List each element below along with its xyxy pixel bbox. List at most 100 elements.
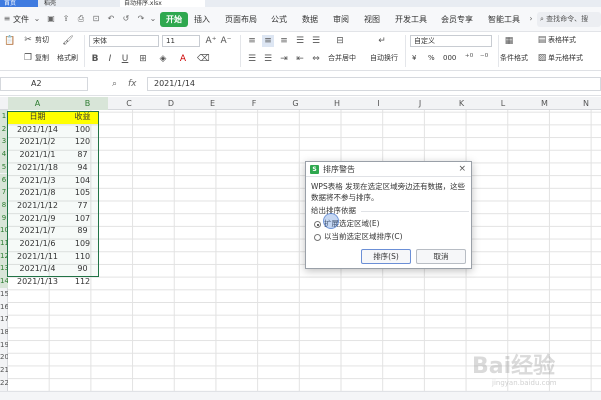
decrease-decimal-icon[interactable]: ⁻⁰ [478,52,490,64]
redo-icon[interactable]: ↷ [136,14,146,24]
tab-home[interactable]: 首页 [0,0,38,7]
date-cell[interactable]: 2021/1/12 [8,200,67,213]
menu-review[interactable]: 审阅 [333,12,349,27]
date-cell[interactable]: 2021/1/7 [8,225,67,238]
menu-dev-tools[interactable]: 开发工具 [395,12,427,27]
increase-decimal-icon[interactable]: ⁺⁰ [463,52,475,64]
revenue-cell[interactable]: 87 [67,149,98,162]
column-header-l[interactable]: L [482,97,524,110]
print-icon[interactable]: ⎙ [76,14,86,24]
undo-icon[interactable]: ↶ [106,14,116,24]
command-search[interactable]: ⌕ 查找命令、搜 [537,12,601,27]
revenue-cell[interactable]: 107 [67,213,98,226]
cell-style-icon[interactable]: ▨ [536,52,548,64]
row-header-16[interactable]: 16 [0,301,8,314]
revenue-cell[interactable]: 77 [67,200,98,213]
conditional-format-icon[interactable]: ▦ [503,35,515,47]
date-cell[interactable]: 2021/1/4 [8,263,67,276]
italic-icon[interactable]: I [104,53,116,65]
row-header-18[interactable]: 18 [0,326,8,339]
row-header-4[interactable]: 4 [0,148,8,161]
column-header-a[interactable]: A [8,97,67,110]
row-header-6[interactable]: 6 [0,173,8,187]
tab-active-workbook[interactable]: 自动排序.xlsx [120,0,205,7]
menu-smart-tools[interactable]: 智能工具 [488,12,520,27]
menu-start[interactable]: 开始 [160,12,188,27]
date-cell[interactable]: 2021/1/3 [8,175,67,188]
chevron-down-icon[interactable]: ⌄ [148,14,158,24]
menu-formula[interactable]: 公式 [271,12,287,27]
row-header-8[interactable]: 8 [0,198,8,212]
row-header-13[interactable]: 13 [0,262,8,276]
bold-icon[interactable]: B [89,53,101,65]
row-header-9[interactable]: 9 [0,211,8,225]
tab-docer[interactable]: 稻壳 [40,0,115,7]
copy-icon[interactable]: ❐ [22,52,34,64]
align-right-icon[interactable]: ☰ [262,53,274,65]
conditional-format-button[interactable]: 条件格式 [500,53,528,63]
format-painter-icon[interactable]: 🖌 [62,35,74,47]
revenue-cell[interactable]: 104 [67,175,98,188]
font-color-icon[interactable]: A [177,53,189,65]
table-style-button[interactable]: 表格样式 [548,35,576,45]
chevron-right-icon[interactable]: › [526,14,536,24]
revenue-cell[interactable]: 120 [67,136,98,149]
date-cell[interactable]: 2021/1/1 [8,149,67,162]
column-header-g[interactable]: G [275,97,316,110]
table-style-icon[interactable]: ▤ [536,34,548,46]
column-header-e[interactable]: E [192,97,233,110]
date-cell[interactable]: 2021/1/18 [8,162,67,175]
revenue-cell[interactable]: 94 [67,162,98,175]
row-header-12[interactable]: 12 [0,249,8,263]
column-header-k[interactable]: K [441,97,482,110]
row-header-20[interactable]: 20 [0,351,8,364]
fill-color-icon[interactable]: ◈ [157,53,169,65]
zoom-icon[interactable]: ⌕ [112,77,117,91]
name-box[interactable]: A2 [0,77,88,91]
date-cell[interactable]: 2021/1/14 [8,124,67,137]
column-header-f[interactable]: F [233,97,275,110]
header-cell-date[interactable]: 日期 [8,111,67,124]
cancel-button[interactable]: 取消 [416,249,466,264]
formula-input[interactable]: 2021/1/14 [147,77,601,91]
current-selection-radio[interactable] [314,234,321,241]
cut-icon[interactable]: ✂ [22,34,34,46]
revenue-cell[interactable]: 89 [67,225,98,238]
column-header-j[interactable]: J [399,97,441,110]
align-bottom-icon[interactable]: ≡ [278,35,290,47]
menu-view[interactable]: 视图 [364,12,380,27]
row-header-11[interactable]: 11 [0,237,8,250]
merge-center-button[interactable]: 合并居中 [328,53,356,63]
revenue-cell[interactable]: 112 [67,276,98,289]
underline-icon[interactable]: U [119,53,131,65]
align-left-icon[interactable]: ☰ [294,35,306,47]
column-header-c[interactable]: C [108,97,150,110]
merge-center-icon[interactable]: ⊟ [334,35,346,47]
distribute-icon[interactable]: ⇔ [310,53,322,65]
row-header-14[interactable]: 14 [0,275,8,288]
wrap-text-button[interactable]: 自动换行 [370,53,398,63]
revenue-cell[interactable]: 90 [67,263,98,276]
print-preview-icon[interactable]: ⊡ [91,14,101,24]
thousands-button[interactable]: 000 [443,53,456,63]
header-cell-revenue[interactable]: 收益 [67,111,98,124]
row-header-7[interactable]: 7 [0,186,8,199]
row-header-3[interactable]: 3 [0,135,8,149]
revenue-cell[interactable]: 109 [67,238,98,251]
horizontal-scrollbar[interactable] [0,391,601,400]
menu-insert[interactable]: 插入 [194,12,210,27]
menu-lines-icon[interactable]: ≡ [2,14,12,24]
date-cell[interactable]: 2021/1/2 [8,136,67,149]
number-format-select[interactable]: 自定义 [410,35,492,47]
indent-icon[interactable]: ⇥ [278,53,290,65]
row-header-2[interactable]: 2 [0,122,8,136]
row-header-5[interactable]: 5 [0,160,8,174]
clear-format-icon[interactable]: ⌫ [197,53,210,65]
export-icon[interactable]: ⇪ [61,14,71,24]
revenue-cell[interactable]: 105 [67,187,98,200]
wrap-text-icon[interactable]: ↵ [376,35,388,47]
menu-file[interactable]: 文件 [13,12,29,27]
align-center-icon[interactable]: ☰ [310,35,322,47]
cut-button[interactable]: 剪切 [35,35,49,45]
save-icon[interactable]: ▣ [46,14,56,24]
